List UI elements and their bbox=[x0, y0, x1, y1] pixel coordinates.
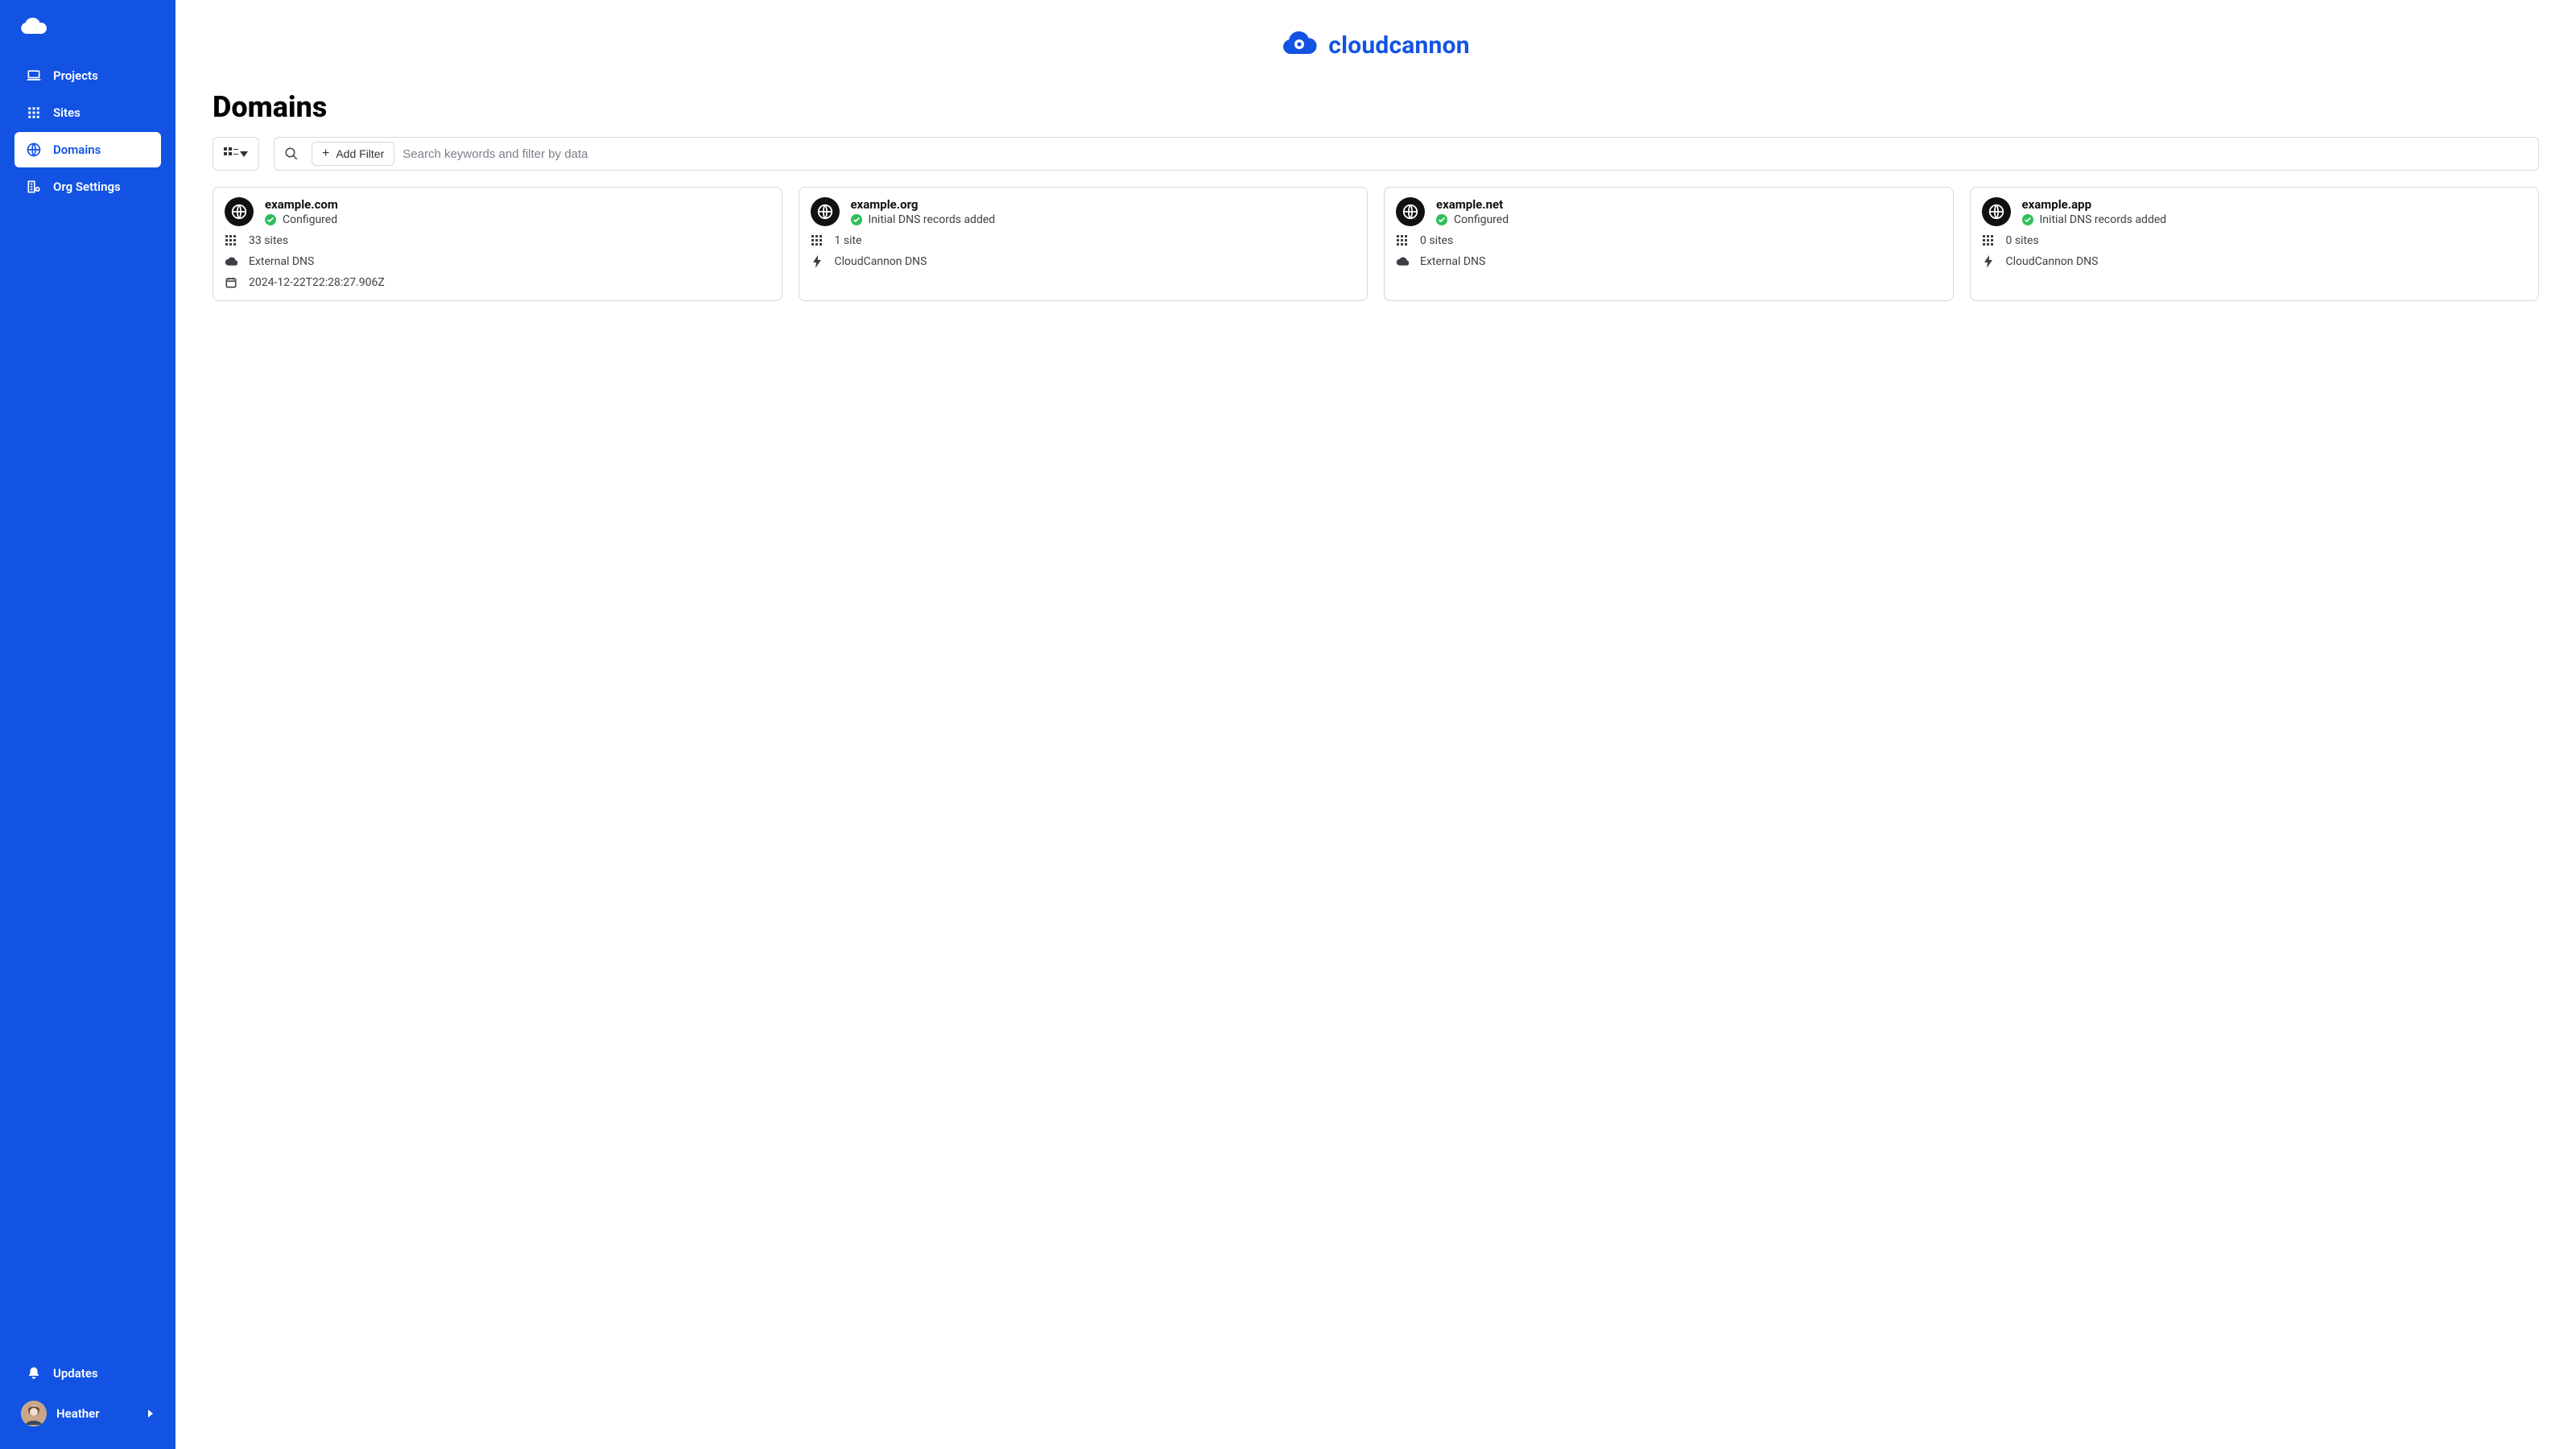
sidebar: Projects Sites Domains bbox=[0, 0, 175, 1449]
sidebar-item-updates[interactable]: Updates bbox=[14, 1356, 161, 1391]
status-ok-icon bbox=[1436, 214, 1447, 225]
domain-name: example.com bbox=[265, 197, 338, 212]
chevron-right-icon bbox=[148, 1406, 155, 1421]
domain-sites: 0 sites bbox=[2006, 234, 2039, 247]
globe-icon bbox=[1396, 197, 1425, 226]
domain-sites-row: 33 sites bbox=[225, 234, 770, 247]
domain-name: example.org bbox=[851, 197, 996, 212]
globe-icon bbox=[26, 142, 42, 158]
globe-icon bbox=[811, 197, 840, 226]
user-name: Heather bbox=[56, 1406, 100, 1421]
grid-icon bbox=[811, 235, 824, 246]
domain-card[interactable]: example.comConfigured 33 sites External DN… bbox=[213, 187, 782, 301]
avatar bbox=[21, 1401, 47, 1426]
user-menu[interactable]: Heather bbox=[14, 1393, 161, 1435]
globe-icon bbox=[225, 197, 254, 226]
add-filter-label: Add Filter bbox=[336, 147, 384, 160]
calendar-icon bbox=[225, 277, 237, 288]
domain-name: example.app bbox=[2022, 197, 2167, 212]
domain-status-text: Initial DNS records added bbox=[2040, 213, 2167, 226]
page-title: Domains bbox=[213, 90, 2539, 124]
domain-card-header: example.comConfigured bbox=[225, 197, 770, 226]
domain-card[interactable]: example.netConfigured0 sitesExternal DNS bbox=[1384, 187, 1954, 301]
org-settings-icon bbox=[26, 179, 42, 195]
status-ok-icon bbox=[2022, 214, 2033, 225]
search-bar: + Add Filter bbox=[274, 137, 2539, 171]
plus-icon: + bbox=[322, 147, 329, 160]
brand-logo-icon bbox=[1282, 29, 1317, 61]
grid-icon bbox=[225, 235, 237, 246]
status-ok-icon bbox=[851, 214, 862, 225]
domain-dns: External DNS bbox=[1420, 255, 1485, 268]
primary-nav: Projects Sites Domains bbox=[0, 58, 175, 204]
main: cloudcannon Domains bbox=[175, 0, 2576, 1449]
chevron-down-icon bbox=[240, 148, 248, 160]
domain-sites-row: 1 site bbox=[811, 234, 1356, 247]
brand: cloudcannon bbox=[1282, 29, 1469, 61]
sidebar-item-label: Org Settings bbox=[53, 180, 121, 194]
sidebar-bottom: Updates Heather bbox=[0, 1356, 175, 1449]
domain-sites-row: 0 sites bbox=[1982, 234, 2528, 247]
content: Domains bbox=[175, 90, 2576, 333]
search-icon bbox=[279, 147, 303, 161]
domain-sites: 1 site bbox=[835, 234, 862, 247]
toolbar: + Add Filter bbox=[213, 137, 2539, 171]
globe-icon bbox=[1982, 197, 2011, 226]
status-ok-icon bbox=[265, 214, 276, 225]
domain-status: Configured bbox=[1436, 213, 1509, 226]
sidebar-item-projects[interactable]: Projects bbox=[14, 58, 161, 93]
domain-sites: 0 sites bbox=[1420, 234, 1453, 247]
brand-name: cloudcannon bbox=[1328, 31, 1469, 60]
laptop-icon bbox=[26, 68, 42, 84]
domain-status: Initial DNS records added bbox=[2022, 213, 2167, 226]
domain-dns-row: External DNS bbox=[225, 255, 770, 268]
domain-dns: CloudCannon DNS bbox=[2006, 255, 2099, 268]
domain-sites: 33 sites bbox=[249, 234, 288, 247]
domain-cards: example.comConfigured33 sitesExternal DN… bbox=[213, 187, 2539, 301]
domain-dns: External DNS bbox=[249, 255, 314, 268]
domain-card[interactable]: example.orgInitial DNS records added 1 si… bbox=[799, 187, 1368, 301]
domain-status: Configured bbox=[265, 213, 338, 226]
sidebar-item-label: Sites bbox=[53, 105, 80, 120]
grid-icon bbox=[1982, 235, 1995, 246]
domain-status-text: Configured bbox=[1454, 213, 1509, 226]
domain-status-text: Initial DNS records added bbox=[869, 213, 996, 226]
grid-icon bbox=[1396, 235, 1409, 246]
sidebar-item-sites[interactable]: Sites bbox=[14, 95, 161, 130]
domain-status-text: Configured bbox=[283, 213, 337, 226]
view-switcher[interactable] bbox=[213, 137, 259, 171]
domain-dns: CloudCannon DNS bbox=[835, 255, 927, 268]
domain-name: example.net bbox=[1436, 197, 1509, 212]
cloud-icon bbox=[1396, 257, 1409, 266]
domain-dns-row: External DNS bbox=[1396, 255, 1942, 268]
add-filter-button[interactable]: + Add Filter bbox=[312, 142, 394, 166]
domain-card-header: example.orgInitial DNS records added bbox=[811, 197, 1356, 226]
domain-card[interactable]: example.appInitial DNS records added0 si… bbox=[1970, 187, 2540, 301]
app-logo bbox=[0, 11, 175, 58]
domain-dns-row: CloudCannon DNS bbox=[1982, 255, 2528, 268]
sidebar-item-label: Updates bbox=[53, 1366, 98, 1381]
domain-card-header: example.netConfigured bbox=[1396, 197, 1942, 226]
domain-card-header: example.appInitial DNS records added bbox=[1982, 197, 2528, 226]
domain-sites-row: 0 sites bbox=[1396, 234, 1942, 247]
domain-status: Initial DNS records added bbox=[851, 213, 996, 226]
sidebar-item-org-settings[interactable]: Org Settings bbox=[14, 169, 161, 204]
search-input[interactable] bbox=[402, 138, 2533, 170]
sidebar-item-domains[interactable]: Domains bbox=[14, 132, 161, 167]
sidebar-item-label: Domains bbox=[53, 142, 101, 157]
cloud-icon bbox=[225, 257, 237, 266]
brand-hero: cloudcannon bbox=[175, 0, 2576, 90]
domain-timestamp-row: 2024-12-22T22:28:27.906Z bbox=[225, 276, 770, 289]
bolt-icon bbox=[811, 255, 824, 268]
grid-compact-icon bbox=[224, 147, 238, 161]
domain-timestamp: 2024-12-22T22:28:27.906Z bbox=[249, 276, 385, 289]
bell-icon bbox=[26, 1365, 42, 1381]
apps-icon bbox=[26, 105, 42, 121]
bolt-icon bbox=[1982, 255, 1995, 268]
sidebar-item-label: Projects bbox=[53, 68, 98, 83]
domain-dns-row: CloudCannon DNS bbox=[811, 255, 1356, 268]
